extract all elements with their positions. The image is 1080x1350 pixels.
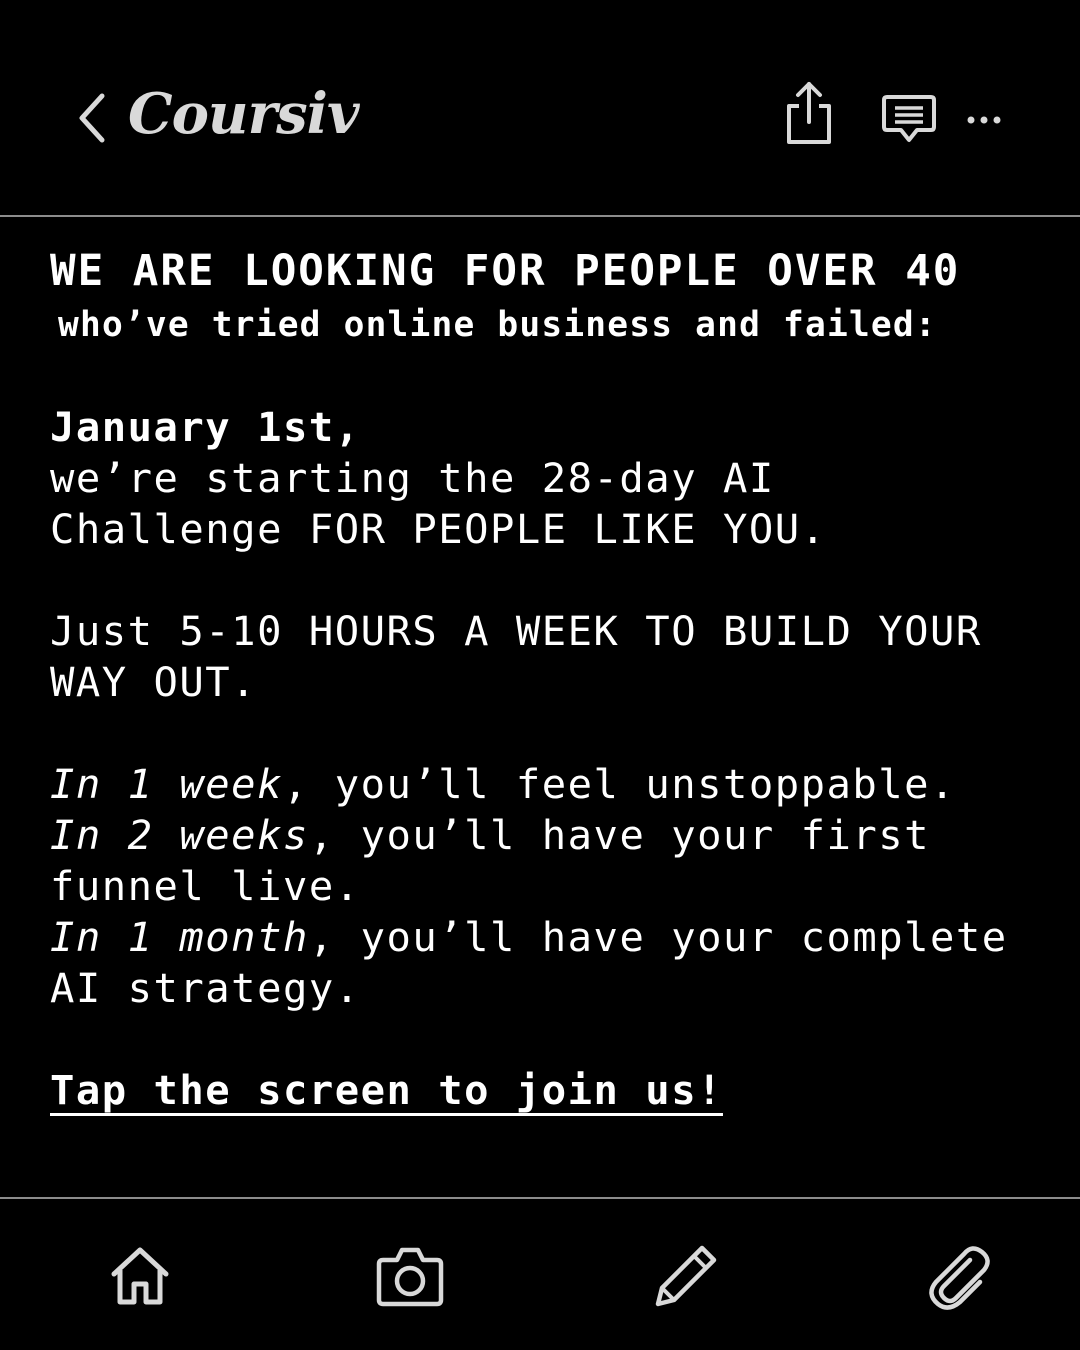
intro-line-1: we’re starting the 28-day AI <box>50 454 775 502</box>
milestone-text: , you’ll have your first <box>308 811 931 859</box>
milestone-text: , you’ll have your complete <box>308 913 1008 961</box>
share-button[interactable] <box>776 76 842 148</box>
milestone-month-1: In 1 month, you’ll have your complete <box>50 912 1008 963</box>
comment-button[interactable] <box>876 88 942 150</box>
pencil-icon <box>655 1245 717 1307</box>
more-icon <box>967 116 1001 124</box>
edit-button[interactable] <box>646 1236 726 1316</box>
share-icon <box>787 82 831 144</box>
join-cta-link[interactable]: Tap the screen to join us! <box>50 1065 723 1116</box>
camera-icon <box>376 1247 444 1307</box>
comment-icon <box>882 95 936 142</box>
more-options-button[interactable] <box>960 100 1008 140</box>
milestone-week-1: In 1 week, you’ll feel unstoppable. <box>50 759 956 810</box>
milestone-month-1-cont: AI strategy. <box>50 964 361 1012</box>
milestone-week-2-cont: funnel live. <box>50 862 361 910</box>
app-logo: Coursiv <box>128 81 359 147</box>
paperclip-icon <box>929 1246 990 1310</box>
milestone-time: In 1 month <box>50 913 309 961</box>
intro-line-2: Challenge FOR PEOPLE LIKE YOU. <box>50 505 827 553</box>
back-button[interactable] <box>66 86 116 150</box>
chevron-left-icon <box>79 93 105 143</box>
top-bar: Coursiv <box>0 0 1080 216</box>
milestone-time: In 2 weeks <box>50 811 309 859</box>
headline: WE ARE LOOKING FOR PEOPLE OVER 40 <box>50 247 961 296</box>
milestone-time: In 1 week <box>50 760 283 808</box>
attach-button[interactable] <box>920 1236 1000 1316</box>
camera-button[interactable] <box>370 1236 450 1316</box>
header-divider <box>0 215 1080 217</box>
hours-line-2: WAY OUT. <box>50 658 258 706</box>
subheadline: who’ve tried online business and failed: <box>58 305 937 345</box>
date-line: January 1st, <box>50 403 361 451</box>
home-button[interactable] <box>100 1236 180 1316</box>
milestone-week-2: In 2 weeks, you’ll have your first <box>50 810 930 861</box>
milestone-text: , you’ll feel unstoppable. <box>282 760 956 808</box>
hours-line-1: Just 5-10 HOURS A WEEK TO BUILD YOUR <box>50 607 982 655</box>
home-icon <box>111 1247 169 1305</box>
